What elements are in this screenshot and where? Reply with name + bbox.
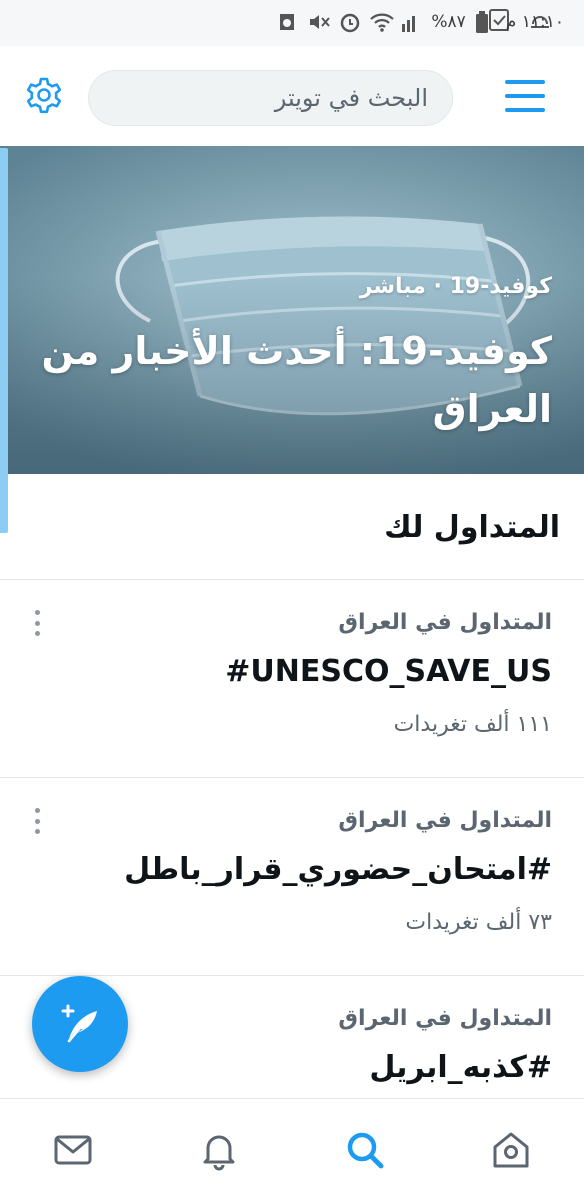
search-icon (347, 1132, 384, 1169)
trend-item[interactable]: المتداول في العراق #UNESCO_SAVE_US ١١١ أ… (0, 580, 584, 778)
trend-context: المتداول في العراق (338, 610, 552, 635)
search-field[interactable] (88, 70, 453, 126)
settings-button[interactable] (22, 73, 66, 117)
nav-home[interactable] (438, 1099, 584, 1200)
signal-icon (400, 10, 422, 34)
more-options-icon[interactable] (28, 808, 46, 834)
hamburger-menu-icon (505, 80, 545, 84)
hero-meta: كوفيد-19 · مباشر (359, 274, 552, 299)
trend-name: #UNESCO_SAVE_US (225, 654, 552, 689)
gear-icon (26, 77, 62, 114)
wifi-icon (369, 10, 395, 34)
trend-name: #كذبه_ابريل (369, 1050, 552, 1085)
battery-icon (475, 10, 497, 34)
bottom-nav (0, 1098, 584, 1200)
top-bar (0, 46, 584, 146)
trend-context: المتداول في العراق (338, 1006, 552, 1031)
trend-item[interactable]: المتداول في العراق #امتحان_حضوري_قرار_با… (0, 778, 584, 976)
trend-name: #امتحان_حضوري_قرار_باطل (124, 852, 552, 887)
search-input[interactable] (89, 71, 452, 125)
messages-icon (54, 1135, 92, 1165)
home-icon (493, 1132, 529, 1168)
compose-tweet-button[interactable] (32, 976, 128, 1072)
trend-context: المتداول في العراق (338, 808, 552, 833)
recycle-icon (276, 10, 298, 34)
compose-tweet-icon (61, 1004, 97, 1043)
nav-search[interactable] (292, 1099, 438, 1200)
section-title: المتداول لك (384, 510, 560, 545)
status-right-icons: %٨٧ ١١:١٠ م (276, 10, 564, 34)
mute-icon (307, 10, 331, 34)
alarm-icon (338, 10, 360, 34)
hero-title: كوفيد-19: أحدث الأخبار من العراق (41, 329, 552, 431)
menu-button[interactable] (502, 76, 548, 116)
trend-count: ١١١ ألف تغريدات (393, 712, 552, 737)
more-options-icon[interactable] (28, 610, 46, 636)
nav-messages[interactable] (0, 1099, 146, 1200)
battery-percent: %٨٧ (431, 12, 466, 32)
trending-header: المتداول لك (0, 474, 584, 580)
trend-count: ٧٣ ألف تغريدات (405, 910, 552, 935)
status-bar: %٨٧ ١١:١٠ م (0, 0, 584, 46)
nav-notifications[interactable] (146, 1099, 292, 1200)
hero-card[interactable]: كوفيد-19 · مباشر كوفيد-19: أحدث الأخبار … (0, 146, 584, 474)
notifications-icon (203, 1135, 235, 1171)
clock: ١١:١٠ م (505, 12, 564, 32)
